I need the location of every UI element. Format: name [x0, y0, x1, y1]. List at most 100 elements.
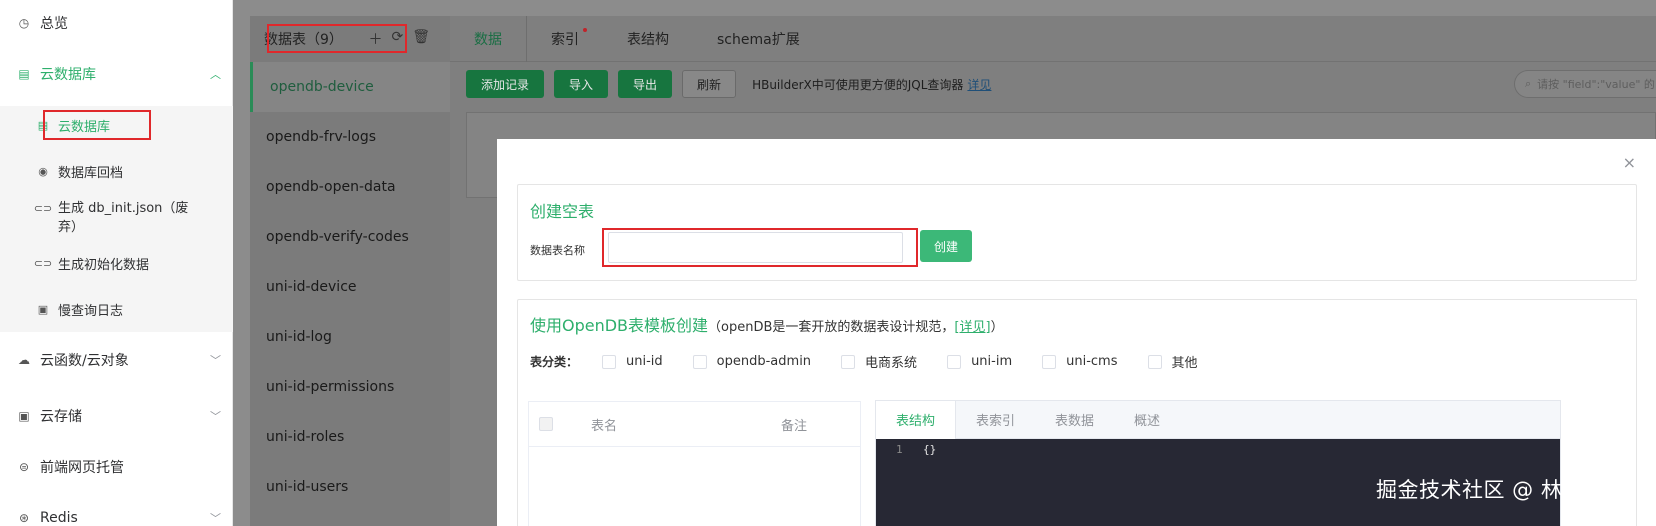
- jql-hint-link[interactable]: 详见: [967, 78, 991, 92]
- checkbox[interactable]: [947, 354, 962, 369]
- template-table-header: 表名 备注: [529, 402, 860, 447]
- table-list-item[interactable]: uni-id-permissions: [250, 362, 450, 412]
- preview-tab-data[interactable]: 表数据: [1035, 401, 1114, 439]
- template-desc: （openDB是一套开放的数据表设计规范，: [708, 320, 955, 335]
- database-icon: ▤: [18, 67, 30, 81]
- search-icon: ⌕: [1525, 77, 1532, 90]
- import-button[interactable]: 导入: [554, 70, 609, 98]
- badge-dot: [583, 27, 587, 32]
- close-icon[interactable]: ×: [1623, 153, 1636, 172]
- rollback-icon: ◉: [38, 164, 48, 178]
- table-name-input[interactable]: [608, 232, 903, 263]
- storage-icon: ▣: [18, 409, 30, 423]
- nav-overview[interactable]: ◷ 总览: [0, 3, 233, 43]
- cloud-icon: ☁: [18, 353, 30, 367]
- export-button[interactable]: 导出: [618, 70, 673, 98]
- checkbox[interactable]: [841, 354, 856, 369]
- link-icon: ⊂⊃: [33, 256, 53, 270]
- log-icon: ▣: [37, 302, 49, 316]
- category-option[interactable]: 电商系统: [841, 352, 917, 371]
- category-option[interactable]: uni-cms: [1042, 354, 1118, 369]
- table-list-item[interactable]: opendb-open-data: [250, 162, 450, 212]
- select-all-checkbox[interactable]: [539, 417, 553, 431]
- template-preview: 表结构 表索引 表数据 概述 1 {}: [875, 400, 1561, 526]
- nav-redis[interactable]: ⊛ Redis ﹀: [0, 498, 233, 526]
- create-button[interactable]: 创建: [920, 230, 972, 262]
- checkbox[interactable]: [692, 354, 707, 369]
- checkbox[interactable]: [1147, 354, 1162, 369]
- tab-schema-ext[interactable]: schema扩展: [693, 16, 824, 62]
- clock-icon: ◷: [18, 16, 30, 30]
- category-filter: 表分类： uni-id opendb-admin 电商系统 uni-im uni…: [530, 352, 1228, 371]
- nav-overview-label: 总览: [40, 16, 68, 32]
- category-label: 表分类：: [530, 355, 579, 369]
- category-option-label: uni-id: [626, 354, 663, 369]
- create-empty-card: 创建空表 数据表名称 创建: [517, 184, 1637, 281]
- chevron-down-icon: ﹀: [210, 410, 221, 423]
- tab-data[interactable]: 数据: [450, 15, 527, 62]
- subnav-gen-init-data-label: 生成初始化数据: [58, 257, 150, 273]
- tab-structure[interactable]: 表结构: [603, 16, 693, 62]
- tab-index[interactable]: 索引: [527, 16, 603, 62]
- tab-index-label: 索引: [551, 31, 579, 48]
- subnav-db-rollback[interactable]: ◉ 数据库回档: [0, 161, 233, 181]
- query-search-input[interactable]: ⌕ 请按 "field":"value" 的: [1514, 70, 1656, 98]
- chevron-down-icon: ﹀: [210, 354, 221, 367]
- preview-tab-overview[interactable]: 概述: [1114, 401, 1180, 439]
- plus-icon[interactable]: ＋: [368, 29, 382, 49]
- nav-frontend-hosting[interactable]: ⊜ 前端网页托管: [0, 447, 233, 487]
- redis-icon: ⊛: [18, 511, 30, 525]
- checkbox[interactable]: [1042, 354, 1057, 369]
- app-sidebar: ◷ 总览 ▤ 云数据库 ︿ ▤ 云数据库 ◉ 数据库回档 ⊂⊃ 生成 db_in…: [0, 0, 233, 526]
- link-icon: ⊂⊃: [33, 202, 53, 215]
- subnav-db-init[interactable]: ⊂⊃ 生成 db_init.json（废弃）: [0, 199, 233, 239]
- chevron-down-icon: ﹀: [210, 512, 221, 525]
- nav-cloud-functions-label: 云函数/云对象: [40, 353, 129, 369]
- data-toolbar: 添加记录 导入 导出 刷新 HBuilderX中可使用更方便的JQL查询器 详见: [466, 70, 991, 98]
- subnav-cloud-db-label: 云数据库: [58, 119, 111, 135]
- list-icon: ▤: [37, 118, 49, 132]
- category-option[interactable]: uni-id: [602, 354, 663, 369]
- table-list-item[interactable]: uni-id-device: [250, 262, 450, 312]
- hosting-icon: ⊜: [18, 460, 30, 474]
- category-option[interactable]: uni-im: [947, 354, 1012, 369]
- nav-cloud-functions[interactable]: ☁ 云函数/云对象 ﹀: [0, 340, 233, 380]
- column-header-name: 表名: [591, 418, 618, 434]
- nav-cloud-storage[interactable]: ▣ 云存储 ﹀: [0, 396, 233, 436]
- column-header-note: 备注: [781, 418, 808, 434]
- preview-tabs: 表结构 表索引 表数据 概述: [876, 400, 1560, 439]
- preview-tab-structure[interactable]: 表结构: [876, 400, 957, 439]
- nav-cloud-db-label: 云数据库: [40, 67, 96, 83]
- subnav-gen-init-data[interactable]: ⊂⊃ 生成初始化数据: [0, 253, 233, 273]
- category-option[interactable]: opendb-admin: [692, 354, 811, 369]
- refresh-icon[interactable]: ⟳: [391, 29, 403, 49]
- nav-cloud-db[interactable]: ▤ 云数据库 ︿: [0, 54, 233, 94]
- add-record-button[interactable]: 添加记录: [466, 70, 545, 98]
- table-list-item[interactable]: opendb-frv-logs: [250, 112, 450, 162]
- table-list-item[interactable]: uni-id-users: [250, 462, 450, 512]
- nav-cloud-storage-label: 云存储: [40, 409, 82, 425]
- template-title-text: 使用OpenDB表模板创建: [530, 316, 709, 335]
- table-list-item[interactable]: opendb-verify-codes: [250, 212, 450, 262]
- template-title: 使用OpenDB表模板创建（openDB是一套开放的数据表设计规范，[详见]）: [530, 312, 1004, 336]
- preview-tab-index[interactable]: 表索引: [956, 401, 1035, 439]
- trash-icon[interactable]: 🗑: [412, 29, 430, 49]
- table-list-header: 数据表（9） ＋ ⟳ 🗑: [250, 16, 450, 62]
- table-list-item[interactable]: uni-id-log: [250, 312, 450, 362]
- table-list-item[interactable]: opendb-device: [250, 62, 450, 112]
- nav-frontend-hosting-label: 前端网页托管: [40, 460, 124, 476]
- query-search-placeholder: 请按 "field":"value" 的: [1537, 78, 1655, 91]
- template-detail-link[interactable]: [详见]: [954, 320, 990, 335]
- category-option[interactable]: 其他: [1147, 352, 1198, 371]
- refresh-button[interactable]: 刷新: [682, 70, 737, 98]
- table-list-item[interactable]: uni-id-roles: [250, 412, 450, 462]
- subnav-cloud-db[interactable]: ▤ 云数据库: [0, 115, 233, 135]
- template-table: 表名 备注: [528, 401, 861, 526]
- category-option-label: uni-cms: [1066, 354, 1118, 369]
- subnav-slow-query-log[interactable]: ▣ 慢查询日志: [0, 299, 233, 319]
- subnav-db-init-label: 生成 db_init.json（废弃）: [58, 201, 189, 235]
- subnav-slow-query-log-label: 慢查询日志: [58, 303, 124, 319]
- create-table-dialog: × 创建空表 数据表名称 创建 使用OpenDB表模板创建（openDB是一套开…: [497, 139, 1656, 526]
- checkbox[interactable]: [602, 354, 617, 369]
- chevron-up-icon: ︿: [210, 68, 221, 81]
